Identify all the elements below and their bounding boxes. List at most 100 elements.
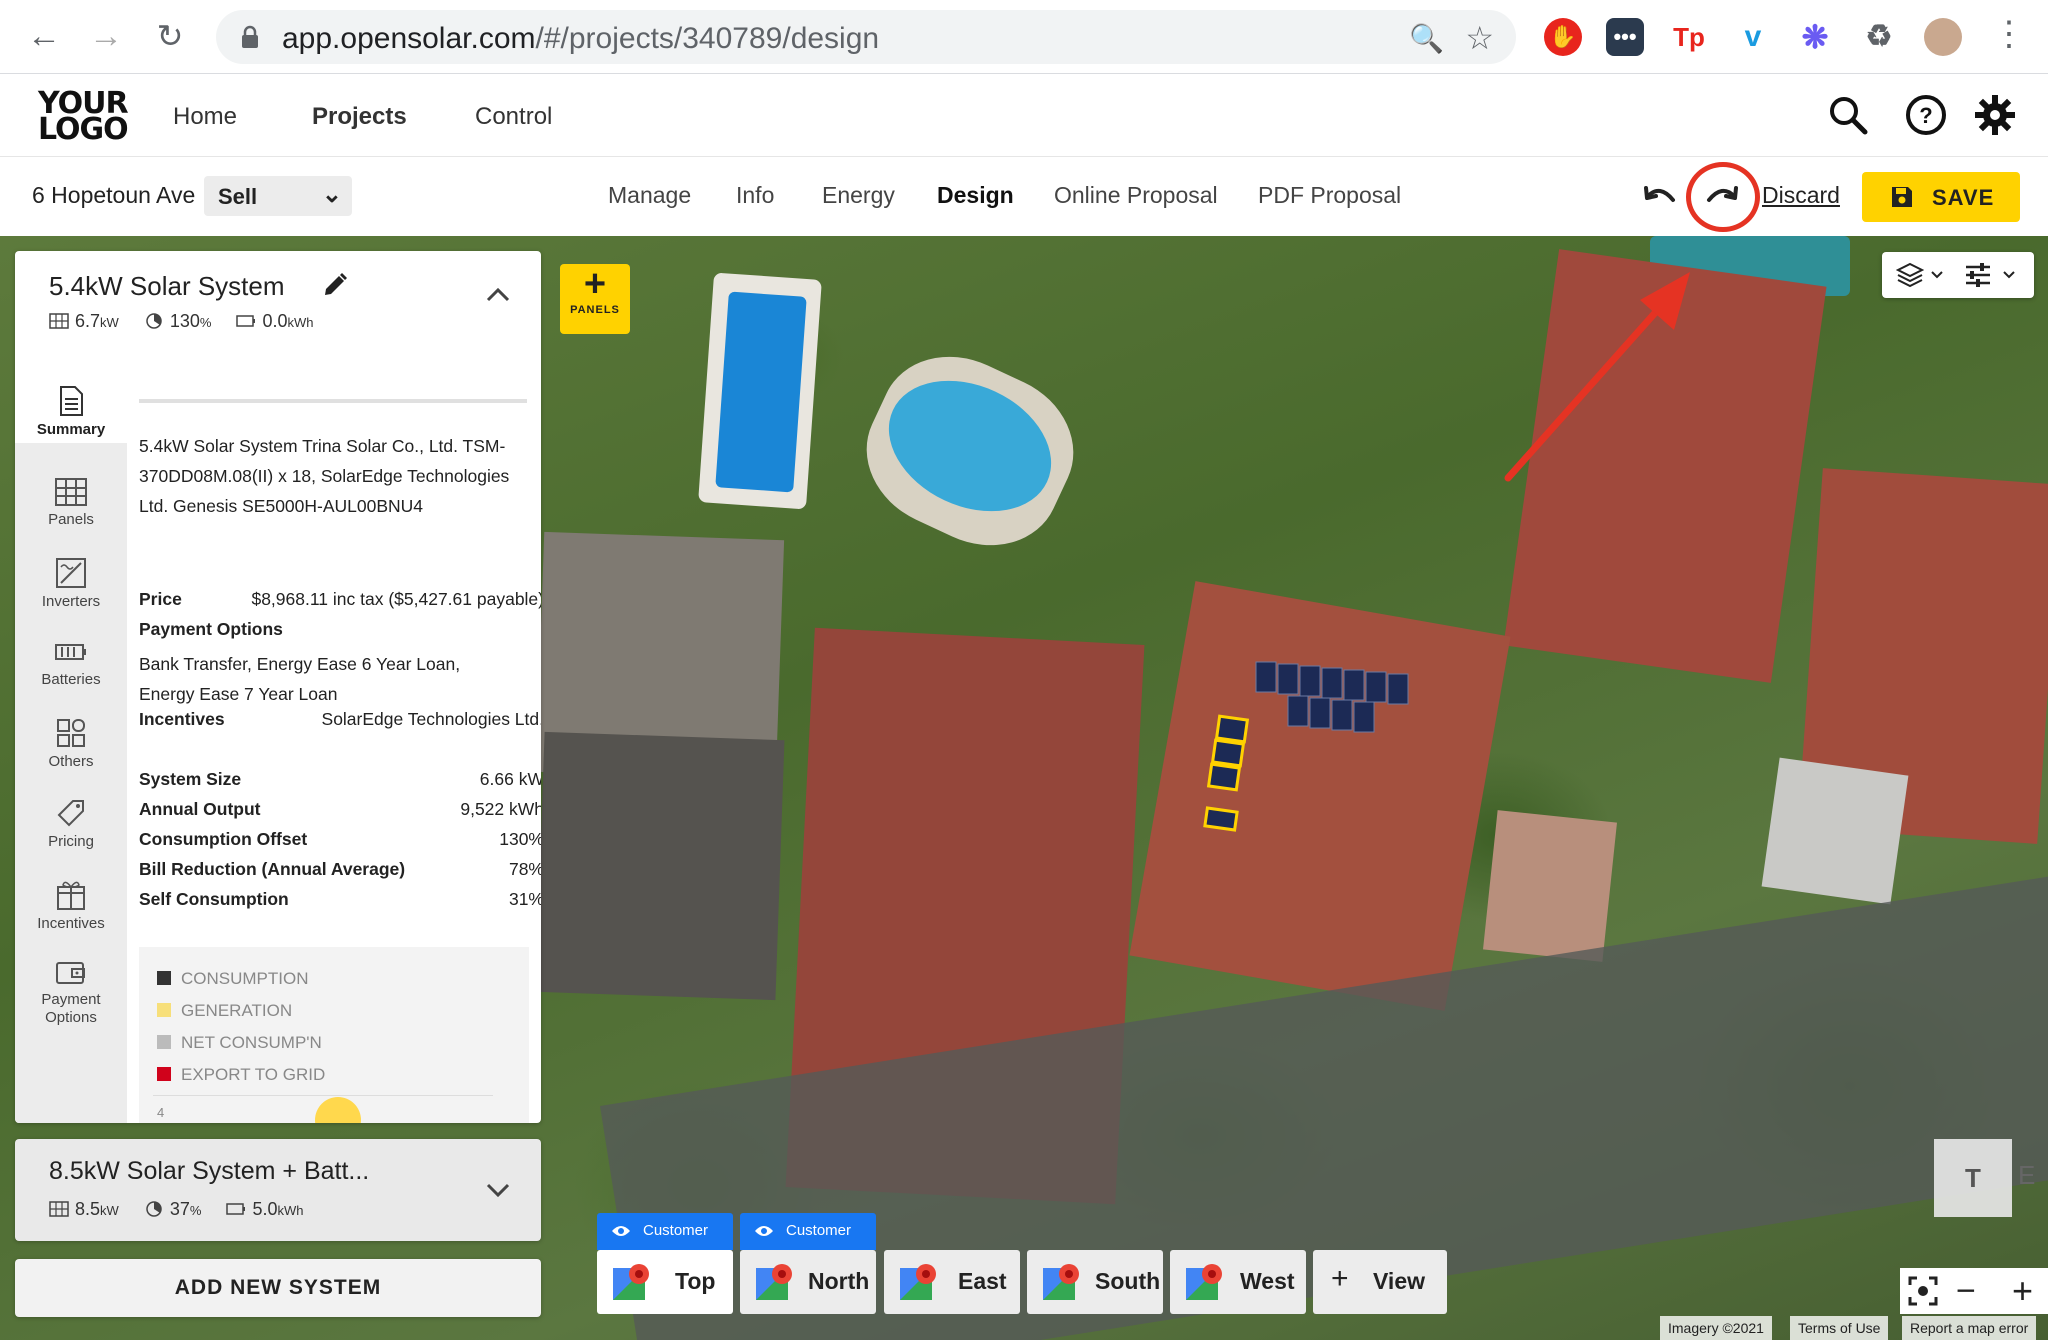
sidebar-item-panels[interactable]: Panels: [15, 471, 127, 551]
search-icon[interactable]: [1826, 93, 1870, 137]
discard-link[interactable]: Discard: [1762, 182, 1840, 209]
system-stats: 8.5kW 37% 5.0kWh: [49, 1199, 303, 1220]
nav-home[interactable]: Home: [173, 103, 237, 131]
back-icon[interactable]: ←: [24, 16, 64, 56]
sidebar-item-summary[interactable]: Summary: [15, 361, 127, 443]
zoom-icon[interactable]: 🔍: [1409, 22, 1444, 55]
annotation-circle: [1686, 162, 1760, 232]
imagery-credit: Imagery ©2021: [1660, 1316, 1772, 1340]
mode-select-value: Sell: [218, 184, 258, 209]
sidebar-item-incentives[interactable]: Incentives: [15, 871, 127, 951]
legend-export-to-grid: EXPORT TO GRID: [157, 1065, 325, 1085]
add-panels-button[interactable]: + PANELS: [560, 264, 630, 334]
sidebar-item-label: Incentives: [37, 915, 105, 932]
tp-extension-icon[interactable]: Tp: [1670, 18, 1708, 56]
panel-grid-icon: [55, 478, 87, 506]
sidebar-item-label: Inverters: [41, 593, 101, 610]
system-description: 5.4kW Solar System Trina Solar Co., Ltd.…: [139, 436, 510, 516]
chevron-down-icon[interactable]: [485, 1181, 511, 1199]
customer-visible-tag[interactable]: Customer: [740, 1213, 876, 1250]
svg-text:?: ?: [1919, 103, 1932, 128]
chevron-down-icon[interactable]: [1930, 270, 1944, 280]
sidebar-item-batteries[interactable]: Batteries: [15, 631, 127, 711]
legend-net-consumption: NET CONSUMP'N: [157, 1033, 322, 1053]
system-title: 5.4kW Solar System: [49, 271, 285, 301]
neighbor-roof: [535, 731, 785, 1001]
adblock-extension-icon[interactable]: ✋: [1544, 18, 1582, 56]
legend-consumption: CONSUMPTION: [157, 969, 309, 989]
partial-label: E: [2018, 1160, 2036, 1190]
chart-gridline: [153, 1095, 493, 1096]
reload-icon[interactable]: ↻: [150, 16, 190, 56]
undo-icon[interactable]: [1640, 176, 1680, 216]
nav-control[interactable]: Control: [475, 103, 552, 131]
sidebar-item-pricing[interactable]: Pricing: [15, 791, 127, 871]
asterisk-extension-icon[interactable]: ❋: [1796, 18, 1834, 56]
metric-row: Bill Reduction (Annual Average) 78%: [139, 859, 541, 879]
annotation-arrow: [1504, 272, 1690, 482]
nav-projects[interactable]: Projects: [312, 103, 407, 131]
system-panel: 5.4kW Solar System 6.7kW 130% 0.0kWh Sum…: [15, 251, 541, 1123]
sidebar-item-inverters[interactable]: Inverters: [15, 551, 127, 631]
price-tag-icon: [57, 800, 84, 827]
toggle-3d-button[interactable]: T: [1934, 1139, 2012, 1217]
designed-solar-panels[interactable]: [1196, 710, 1256, 870]
chevron-down-icon[interactable]: [2002, 270, 2016, 280]
brand-logo[interactable]: YOUR LOGO: [38, 89, 129, 145]
inverter-icon: [56, 558, 86, 588]
settings-gear-icon[interactable]: [1973, 93, 2017, 137]
google-maps-icon: [1043, 1264, 1079, 1300]
google-maps-icon: [1186, 1264, 1222, 1300]
report-map-error-link[interactable]: Report a map error: [1902, 1316, 2037, 1340]
bookmark-star-icon[interactable]: ☆: [1465, 19, 1494, 57]
tab-info[interactable]: Info: [736, 182, 774, 209]
sidebar-item-label: Panels: [48, 511, 94, 528]
view-north-button[interactable]: North: [740, 1250, 876, 1314]
mode-select[interactable]: Sell ⌄: [204, 176, 352, 216]
sidebar-item-others[interactable]: Others: [15, 711, 127, 791]
add-view-button[interactable]: + View: [1313, 1250, 1447, 1314]
zoom-in-button[interactable]: +: [2012, 1270, 2033, 1312]
google-maps-icon: [756, 1264, 792, 1300]
view-top-button[interactable]: Top: [597, 1250, 733, 1314]
view-south-button[interactable]: South: [1027, 1250, 1163, 1314]
view-west-button[interactable]: West: [1170, 1250, 1306, 1314]
save-button[interactable]: SAVE: [1862, 172, 2020, 222]
terms-of-use-link[interactable]: Terms of Use: [1790, 1316, 1889, 1340]
view-east-button[interactable]: East: [884, 1250, 1020, 1314]
zoom-out-button[interactable]: −: [1956, 1272, 1976, 1311]
recenter-icon[interactable]: [1908, 1276, 1938, 1306]
shed-roof: [1761, 757, 1909, 905]
battery-icon: [55, 644, 86, 660]
energy-chart: CONSUMPTION GENERATION NET CONSUMP'N EXP…: [139, 947, 529, 1123]
puzzle-extensions-icon[interactable]: ♻: [1860, 18, 1898, 56]
layers-icon[interactable]: [1896, 262, 1924, 288]
profile-avatar[interactable]: [1924, 18, 1962, 56]
system-title: 8.5kW Solar System + Batt...: [49, 1157, 370, 1185]
tab-pdf-proposal[interactable]: PDF Proposal: [1258, 182, 1401, 209]
vimeo-extension-icon[interactable]: v: [1734, 18, 1772, 56]
add-new-system-button[interactable]: ADD NEW SYSTEM: [15, 1259, 541, 1317]
customer-visible-tag[interactable]: Customer: [597, 1213, 733, 1250]
help-icon[interactable]: ?: [1904, 93, 1948, 137]
metric-row: Consumption Offset 130%: [139, 829, 541, 849]
metric-row: System Size 6.66 kW: [139, 769, 541, 789]
chevron-up-icon[interactable]: [485, 285, 511, 303]
sidebar-item-payment-options[interactable]: Payment Options: [15, 951, 127, 1051]
battery-icon: [226, 1203, 246, 1215]
plus-icon: +: [583, 263, 607, 305]
sidebar-item-label: Summary: [36, 421, 106, 438]
dots-extension-icon[interactable]: •••: [1606, 18, 1644, 56]
tab-energy[interactable]: Energy: [822, 182, 895, 209]
browser-menu-icon[interactable]: ⋮: [1992, 14, 2026, 54]
tab-manage[interactable]: Manage: [608, 182, 691, 209]
tune-sliders-icon[interactable]: [1964, 262, 1992, 288]
price-row: Price $8,968.11 inc tax ($5,427.61 payabl…: [139, 589, 541, 609]
system-card-collapsed[interactable]: 8.5kW Solar System + Batt... 8.5kW 37% 5…: [15, 1139, 541, 1241]
edit-pencil-icon[interactable]: [321, 271, 349, 299]
tab-design[interactable]: Design: [937, 182, 1014, 209]
system-sidebar: Summary Panels Inverters Batteries Other…: [15, 361, 127, 1123]
tab-online-proposal[interactable]: Online Proposal: [1054, 182, 1218, 209]
forward-icon[interactable]: →: [86, 16, 126, 56]
address-bar[interactable]: app.opensolar.com/#/projects/340789/desi…: [216, 10, 1516, 64]
